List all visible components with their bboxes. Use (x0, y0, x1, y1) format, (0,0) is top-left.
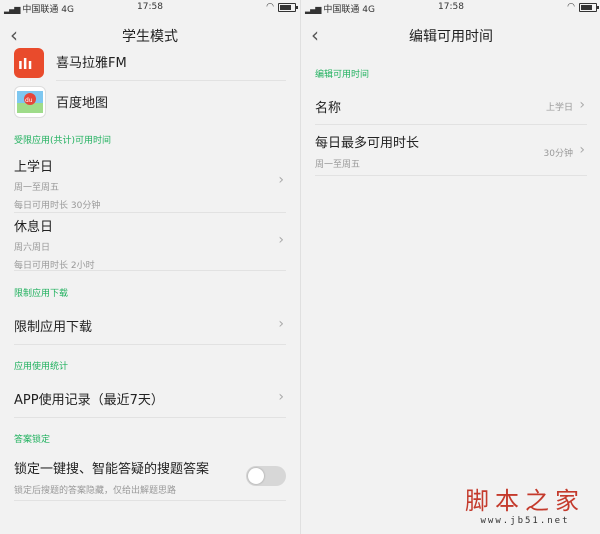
download-limit-row[interactable]: 限制应用下载 › (14, 316, 286, 335)
chevron-right-icon: › (579, 97, 585, 113)
status-bar: ▂▄▆ 中国联通 4G 17:58 ◠ (301, 0, 600, 16)
battery-icon (579, 2, 599, 12)
section-usage-stats: 应用使用统计 (14, 362, 69, 372)
status-time: 17:58 (438, 2, 464, 12)
app-item-baidu-map[interactable]: 百度地图 (56, 92, 286, 111)
svg-text:du: du (25, 97, 33, 104)
max-duration-value: 30分钟 (543, 149, 573, 159)
app-item-ximalaya[interactable]: 喜马拉雅FM (56, 52, 286, 71)
left-screen: ▂▄▆ 中国联通 4G 17:58 ◠ ‹ 学生模式 ılı 喜马拉雅FM du… (0, 0, 300, 534)
nav-bar: ‹ 学生模式 (0, 20, 300, 50)
app-label: 喜马拉雅FM (56, 56, 127, 71)
section-download: 限制应用下载 (14, 289, 69, 299)
chevron-right-icon: › (278, 389, 284, 405)
answer-lock-toggle[interactable] (246, 466, 286, 486)
usage-record-row[interactable]: APP使用记录（最近7天） › (14, 389, 286, 408)
wifi-icon: ◠ (266, 2, 274, 12)
max-duration-row[interactable]: 每日最多可用时长 周一至周五 30分钟 › (315, 132, 587, 170)
page-title: 学生模式 (122, 29, 178, 45)
chevron-right-icon: › (278, 232, 284, 248)
status-bar: ▂▄▆ 中国联通 4G 17:58 ◠ (0, 0, 300, 16)
name-value: 上学日 (545, 103, 573, 113)
chevron-right-icon: › (278, 172, 284, 188)
svg-text:ılı: ılı (18, 57, 32, 73)
chevron-right-icon: › (278, 316, 284, 332)
watermark-logo: 脚本之家 www.jb51.net (465, 487, 585, 526)
schoolday-row[interactable]: 上学日 周一至周五 每日可用时长 30分钟 › (14, 156, 286, 211)
section-edit-time: 编辑可用时间 (315, 70, 370, 80)
right-screen: ▂▄▆ 中国联通 4G 17:58 ◠ ‹ 编辑可用时间 编辑可用时间 名称 上… (300, 0, 600, 534)
ximalaya-icon: ılı (14, 48, 44, 78)
section-shared-time: 受限应用(共计)可用时间 (14, 136, 112, 146)
wifi-icon: ◠ (567, 2, 575, 12)
weekend-row[interactable]: 休息日 周六周日 每日可用时长 2小时 › (14, 216, 286, 271)
app-label: 百度地图 (56, 96, 109, 111)
battery-icon (278, 2, 298, 12)
baidu-map-icon: du (14, 86, 46, 118)
nav-bar: ‹ 编辑可用时间 (301, 20, 600, 50)
page-title: 编辑可用时间 (409, 29, 493, 45)
section-answer-lock: 答案锁定 (14, 435, 51, 445)
status-time: 17:58 (137, 2, 163, 12)
chevron-right-icon: › (579, 142, 585, 158)
name-row[interactable]: 名称 上学日 › (315, 97, 587, 116)
